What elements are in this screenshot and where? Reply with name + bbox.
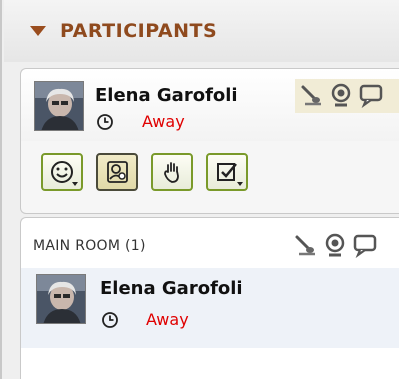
avatar [34, 81, 84, 131]
room-media-icons [293, 232, 378, 258]
self-info: Elena Garofoli Away [21, 69, 399, 141]
hand-icon [164, 162, 179, 183]
user-card-icon [107, 161, 128, 183]
self-name: Elena Garofoli [95, 85, 238, 106]
chat-icon[interactable] [358, 82, 384, 108]
avatar [36, 274, 86, 324]
panel-title: PARTICIPANTS [60, 20, 218, 42]
status-toolbar [41, 153, 248, 191]
chat-icon[interactable] [352, 232, 378, 258]
collapse-triangle-icon[interactable] [30, 26, 46, 36]
poll-button[interactable] [206, 153, 248, 191]
raise-hand-button[interactable] [151, 153, 193, 191]
participants-panel: PARTICIPANTS Elena Garofoli Away MAIN RO… [0, 0, 399, 379]
participant-name: Elena Garofoli [100, 278, 243, 299]
self-card: Elena Garofoli Away [20, 68, 399, 214]
dropdown-arrow-icon [72, 182, 78, 186]
self-status: Away [142, 112, 185, 131]
webcam-icon[interactable] [328, 82, 354, 108]
self-media-icons [299, 82, 384, 108]
dropdown-arrow-icon [237, 182, 243, 186]
list-item[interactable]: Elena Garofoli Away [21, 268, 399, 348]
webcam-icon[interactable] [322, 232, 348, 258]
profile-button[interactable] [96, 153, 138, 191]
participant-status: Away [146, 310, 189, 329]
room-title: MAIN ROOM (1) [33, 238, 146, 254]
clock-icon [97, 114, 113, 130]
clock-icon [102, 312, 118, 328]
main-room-section: MAIN ROOM (1) Elena Garofoli Away [20, 217, 399, 379]
emoticon-button[interactable] [41, 153, 83, 191]
participants-header[interactable]: PARTICIPANTS [4, 0, 399, 62]
microphone-icon[interactable] [293, 232, 319, 258]
microphone-icon[interactable] [299, 82, 325, 108]
